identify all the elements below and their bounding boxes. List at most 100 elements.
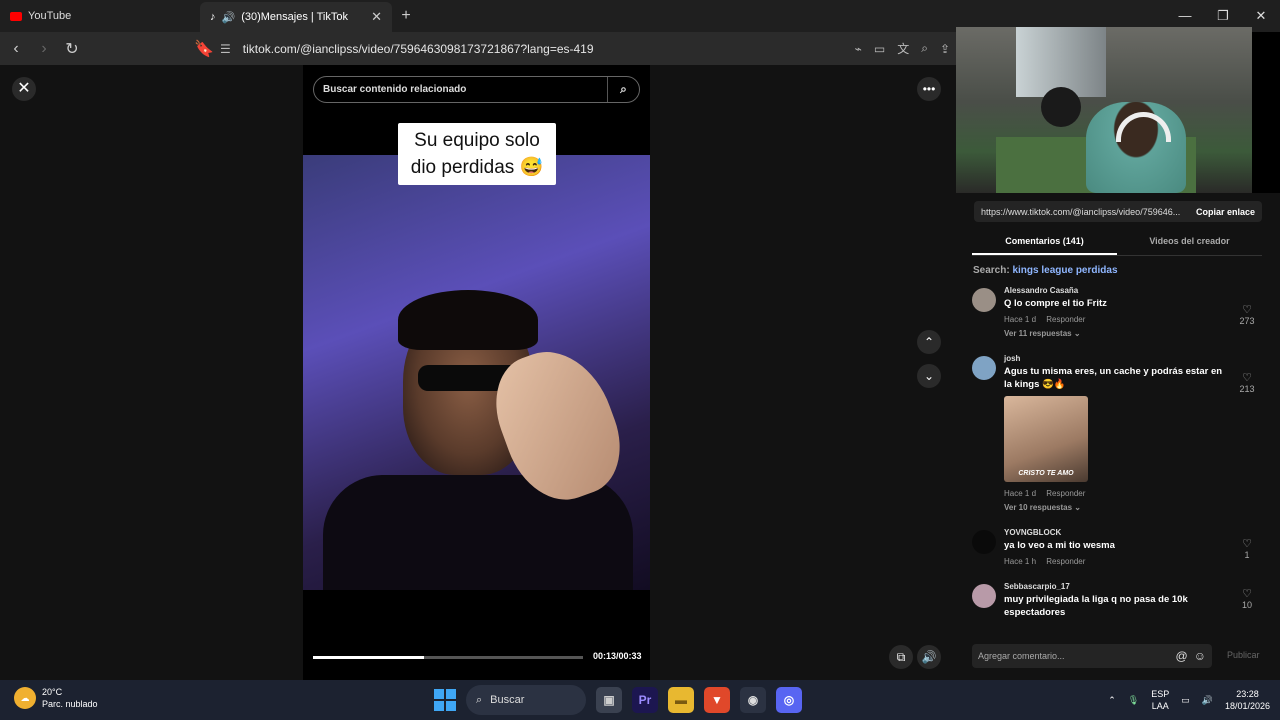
tiktok-page: ✕ Buscar contenido relacionado ⌕ Su equi… xyxy=(0,65,956,680)
microphone-icon[interactable]: 🎙 xyxy=(1128,695,1139,706)
copy-link-button[interactable]: Copiar enlace xyxy=(1196,207,1262,217)
pip-button[interactable]: ⧉ xyxy=(889,645,913,669)
tray-overflow-icon[interactable]: ⌃ xyxy=(1108,695,1116,706)
comment-user[interactable]: Alessandro Casaña xyxy=(1004,285,1267,297)
youtube-icon xyxy=(10,11,22,21)
search-placeholder: Buscar contenido relacionado xyxy=(323,84,467,95)
add-comment-placeholder: Agregar comentario... xyxy=(978,651,1065,661)
weather-widget[interactable]: ☁ 20°C Parc. nublado xyxy=(14,686,98,710)
temperature: 20°C xyxy=(42,687,63,697)
translate-icon[interactable]: 文 xyxy=(897,40,909,57)
search-suggestion[interactable]: Search: kings league perdidas xyxy=(973,265,1118,276)
volume-button[interactable]: 🔊 xyxy=(917,645,941,669)
reload-button[interactable]: ↻ xyxy=(60,39,84,59)
comment-text: Q lo compre el tio Fritz xyxy=(1004,298,1107,309)
view-replies-button[interactable]: Ver 11 respuestas ⌄ xyxy=(1004,327,1267,341)
url-text: tiktok.com/@ianclipss/video/759646309817… xyxy=(242,41,594,56)
reply-button[interactable]: Responder xyxy=(1046,557,1085,566)
publish-button[interactable]: Publicar xyxy=(1227,650,1260,660)
comment-item: YOVNGBLOCK ya lo veo a mi tio wesma Hace… xyxy=(972,527,1267,569)
close-tab-icon[interactable]: ✕ xyxy=(371,9,382,25)
video-frame[interactable] xyxy=(303,155,650,590)
comment-item: josh Agus tu misma eres, un cache y podr… xyxy=(972,353,1267,515)
like-count: 273 xyxy=(1239,316,1255,326)
comment-meta: Hace 1 d Responder xyxy=(1004,486,1267,501)
comment-meta: Hace 1 h Responder xyxy=(1004,554,1267,569)
language-indicator[interactable]: ESP LAA xyxy=(1151,688,1169,712)
forward-button[interactable]: › xyxy=(32,40,56,58)
new-tab-button[interactable]: + xyxy=(392,7,420,25)
reply-button[interactable]: Responder xyxy=(1046,315,1085,324)
search-icon[interactable]: ⌕ xyxy=(607,77,639,102)
comment-item: Alessandro Casaña Q lo compre el tio Fri… xyxy=(972,285,1267,341)
tab-tiktok[interactable]: ♪ 🔊 (30)Mensajes | TikTok ✕ xyxy=(200,2,392,32)
comment-meta: Hace 1 d Responder xyxy=(1004,312,1267,327)
add-comment-input[interactable]: Agregar comentario... @ ☺ xyxy=(972,644,1212,668)
task-view-icon[interactable]: ▣ xyxy=(596,687,622,713)
search-icon: ⌕ xyxy=(476,693,483,706)
comment-time: Hace 1 h xyxy=(1004,557,1037,566)
reply-button[interactable]: Responder xyxy=(1046,489,1085,498)
previous-video-button[interactable]: ⌃ xyxy=(917,330,941,354)
avatar[interactable] xyxy=(972,356,996,380)
related-search-input[interactable]: Buscar contenido relacionado ⌕ xyxy=(313,76,640,103)
search-keyword[interactable]: kings league perdidas xyxy=(1012,265,1117,276)
progress-bar[interactable] xyxy=(313,656,583,659)
panel-tabs: Comentarios (141) Videos del creador xyxy=(972,230,1262,256)
discord-icon[interactable]: ◎ xyxy=(776,687,802,713)
network-icon[interactable]: ▭ xyxy=(1181,695,1190,706)
bookmark-icon[interactable]: 🔖 xyxy=(192,39,216,59)
partly-cloudy-icon: ☁ xyxy=(14,687,36,709)
copy-link-row: https://www.tiktok.com/@ianclipss/video/… xyxy=(974,201,1262,222)
system-tray: ⌃ 🎙 ESP LAA ▭ 🔊 23:28 18/01/2026 xyxy=(1108,684,1270,716)
file-explorer-icon[interactable]: ▬ xyxy=(668,687,694,713)
premiere-icon[interactable]: Pr xyxy=(632,687,658,713)
obs-icon[interactable]: ◉ xyxy=(740,687,766,713)
zoom-icon[interactable]: ⌕ xyxy=(921,41,928,56)
avatar[interactable] xyxy=(972,288,996,312)
media-icon[interactable]: ⌁ xyxy=(855,42,862,56)
cast-icon[interactable]: ▭ xyxy=(874,42,885,56)
site-settings-icon[interactable]: ☰ xyxy=(220,42,231,56)
comment-user[interactable]: josh xyxy=(1004,353,1267,365)
clock-date: 18/01/2026 xyxy=(1224,701,1270,711)
tab-youtube[interactable]: YouTube xyxy=(0,0,200,32)
caption-line-1: Su equipo solo xyxy=(414,130,540,151)
like-count: 213 xyxy=(1239,384,1255,394)
like-count: 1 xyxy=(1244,550,1250,560)
comment-user[interactable]: YOVNGBLOCK xyxy=(1004,527,1267,539)
volume-icon[interactable]: 🔊 xyxy=(1202,695,1213,706)
webcam-overlay xyxy=(956,27,1252,193)
mention-icon[interactable]: @ xyxy=(1176,649,1188,663)
avatar[interactable] xyxy=(972,530,996,554)
view-replies-button[interactable]: Ver 10 respuestas ⌄ xyxy=(1004,501,1267,515)
tab-comments[interactable]: Comentarios (141) xyxy=(972,230,1117,255)
url-field[interactable]: ☰ tiktok.com/@ianclipss/video/7596463098… xyxy=(220,36,958,61)
clock[interactable]: 23:28 18/01/2026 xyxy=(1225,688,1270,712)
like-button[interactable]: ♡ 213 xyxy=(1237,371,1257,394)
close-video-button[interactable]: ✕ xyxy=(12,77,36,101)
next-video-button[interactable]: ⌄ xyxy=(917,364,941,388)
avatar[interactable] xyxy=(972,584,996,608)
tab-creator-videos[interactable]: Videos del creador xyxy=(1117,230,1262,255)
heart-icon: ♡ xyxy=(1242,588,1252,600)
like-button[interactable]: ♡ 1 xyxy=(1237,537,1257,560)
video-player[interactable]: Buscar contenido relacionado ⌕ Su equipo… xyxy=(303,65,650,680)
weather-text: 20°C Parc. nublado xyxy=(42,686,98,710)
weather-condition: Parc. nublado xyxy=(42,699,98,709)
share-icon[interactable]: ⇪ xyxy=(940,42,950,56)
taskbar-search[interactable]: ⌕ Buscar xyxy=(466,685,586,715)
like-button[interactable]: ♡ 273 xyxy=(1237,303,1257,326)
address-bar: ‹ › ↻ 🔖 ☰ tiktok.com/@ianclipss/video/75… xyxy=(0,32,960,65)
back-button[interactable]: ‹ xyxy=(4,40,28,58)
emoji-icon[interactable]: ☺ xyxy=(1194,649,1206,663)
comment-user[interactable]: Sebbascarpio_17 xyxy=(1004,581,1267,593)
comment-gif[interactable]: CRISTO TE AMO xyxy=(1004,396,1088,482)
webcam-microphone xyxy=(1041,87,1081,127)
more-options-button[interactable]: ••• xyxy=(917,77,941,101)
caption-line-2: dio perdidas 😅 xyxy=(410,157,544,178)
windows-start-icon[interactable] xyxy=(434,689,456,711)
comment-list: Alessandro Casaña Q lo compre el tio Fri… xyxy=(972,285,1267,630)
like-button[interactable]: ♡ 10 xyxy=(1237,587,1257,610)
brave-browser-icon[interactable]: ▼ xyxy=(704,687,730,713)
